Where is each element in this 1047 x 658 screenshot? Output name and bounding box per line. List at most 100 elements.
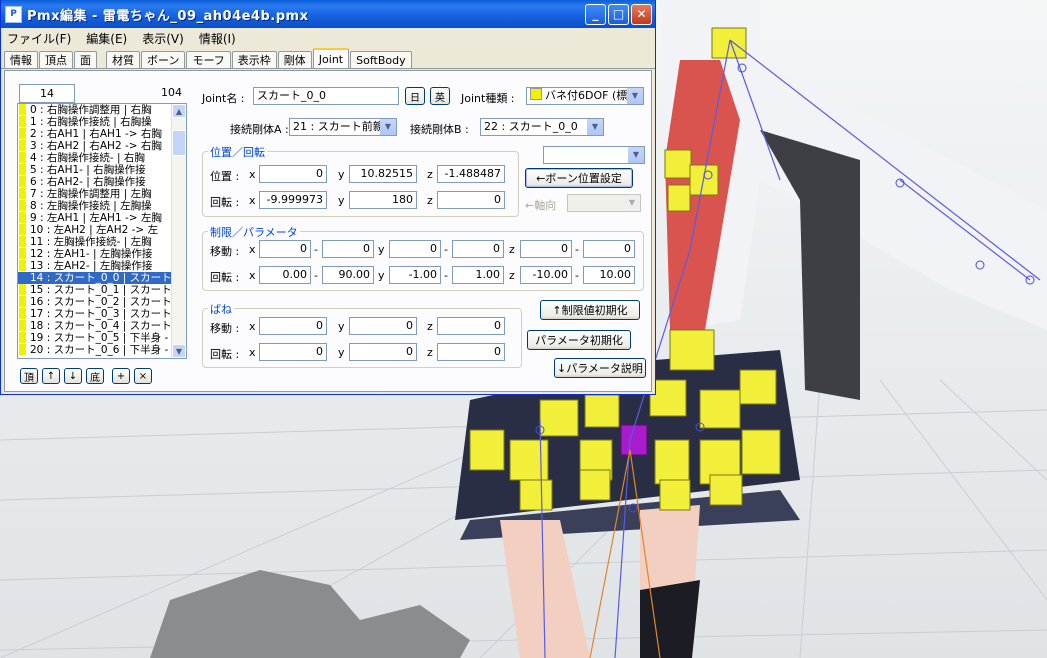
parameter-help-button[interactable]: ↓パラメータ説明 — [554, 358, 646, 378]
joint-type-select[interactable]: バネ付6DOF (標 ▼ — [526, 87, 644, 105]
tab-softbody[interactable]: SoftBody — [350, 51, 412, 68]
list-item[interactable]: 16 : スカート_0_2 | スカート左 — [18, 296, 186, 308]
move-top-button[interactable]: 頂 — [20, 368, 38, 384]
delete-button[interactable]: × — [134, 368, 152, 384]
index-input[interactable]: 14 — [19, 84, 75, 103]
list-item-label: 16 : スカート_0_2 | スカート左 — [30, 296, 183, 308]
rotation-y-input[interactable]: 180 — [349, 191, 417, 209]
list-item[interactable]: 1 : 右胸操作接続 | 右胸操 — [18, 116, 186, 128]
menu-file[interactable]: ファイル(F) — [7, 30, 71, 47]
list-item[interactable]: 15 : スカート_0_1 | スカート前 — [18, 284, 186, 296]
list-item[interactable]: 20 : スカート_0_6 | 下半身 - — [18, 344, 186, 356]
tab-bone[interactable]: ボーン — [141, 51, 186, 68]
reset-parameters-button[interactable]: パラメータ初期化 — [527, 330, 631, 350]
body-b-select[interactable]: 22 : スカート_0_0 ▼ — [480, 118, 604, 136]
chevron-down-icon[interactable]: ▼ — [628, 147, 644, 163]
list-item[interactable]: 5 : 右AH1- | 右胸操作接 — [18, 164, 186, 176]
joint-name-input[interactable]: スカート_0_0 — [253, 87, 399, 105]
list-item[interactable]: 4 : 右胸操作接続- | 右胸 — [18, 152, 186, 164]
close-button[interactable]: ✕ — [631, 3, 652, 25]
title-bar[interactable]: P Pmx編集 - 雷電ちゃん_09_ah04e4b.pmx _ □ ✕ — [1, 0, 655, 28]
limit-rot-x-max[interactable]: 90.00 — [322, 266, 374, 284]
menu-edit[interactable]: 編集(E) — [86, 30, 127, 47]
list-item[interactable]: 9 : 左AH1 | 左AH1 -> 左胸 — [18, 212, 186, 224]
menu-view[interactable]: 表示(V) — [142, 30, 184, 47]
spring-move-y-input[interactable]: 0 — [349, 317, 417, 335]
chevron-down-icon[interactable]: ▼ — [380, 119, 396, 135]
limit-move-y-min[interactable]: 0 — [389, 240, 441, 258]
list-item[interactable]: 8 : 左胸操作接続 | 左胸操 — [18, 200, 186, 212]
spring-move-label: 移動 : — [210, 322, 240, 335]
menu-info[interactable]: 情報(I) — [199, 30, 236, 47]
list-item[interactable]: 10 : 左AH2 | 左AH2 -> 左 — [18, 224, 186, 236]
body-a-value: 21 : スカート前親 — [293, 120, 384, 133]
spring-rot-z-input[interactable]: 0 — [437, 343, 505, 361]
maximize-button[interactable]: □ — [608, 3, 629, 25]
bone-position-set-button[interactable]: ←ボーン位置設定 — [525, 168, 633, 188]
limit-move-x-max[interactable]: 0 — [322, 240, 374, 258]
limit-rot-y-min[interactable]: -1.00 — [389, 266, 441, 284]
axis-select[interactable]: ▼ — [567, 194, 641, 212]
list-item[interactable]: 12 : 左AH1- | 左胸操作接 — [18, 248, 186, 260]
list-item[interactable]: 17 : スカート_0_3 | スカート左 — [18, 308, 186, 320]
scroll-down-icon[interactable]: ▼ — [172, 344, 186, 358]
move-down-button[interactable]: ↓ — [64, 368, 82, 384]
limit-move-x-min[interactable]: 0 — [259, 240, 311, 258]
limit-move-z-min[interactable]: 0 — [520, 240, 572, 258]
tab-material[interactable]: 材質 — [106, 51, 140, 68]
position-x-input[interactable]: 0 — [259, 165, 327, 183]
tab-rigid-body[interactable]: 剛体 — [277, 51, 312, 68]
scroll-up-icon[interactable]: ▲ — [172, 104, 186, 118]
position-z-input[interactable]: -1.488487 — [437, 165, 505, 183]
limit-move-z-label: z — [509, 243, 515, 256]
tab-info[interactable]: 情報 — [4, 51, 38, 68]
list-item[interactable]: 7 : 左胸操作調整用 | 左胸 — [18, 188, 186, 200]
list-item[interactable]: 13 : 左AH2- | 左胸操作接 — [18, 260, 186, 272]
tab-display-frame[interactable]: 表示枠 — [231, 51, 277, 68]
reset-limits-button[interactable]: ↑制限値初期化 — [540, 300, 640, 320]
tab-vertex[interactable]: 頂点 — [39, 51, 73, 68]
spring-rot-z-label: z — [427, 346, 433, 359]
rotation-x-input[interactable]: -9.999973 — [259, 191, 327, 209]
list-item[interactable]: 0 : 右胸操作調整用 | 右胸 — [18, 104, 186, 116]
limit-rot-x-min[interactable]: 0.00 — [259, 266, 311, 284]
list-item[interactable]: 6 : 右AH2- | 右胸操作接 — [18, 176, 186, 188]
joint-panel: 14 104 0 : 右胸操作調整用 | 右胸 1 : 右胸操作接続 | 右胸操 2… — [4, 70, 652, 392]
joint-list[interactable]: 0 : 右胸操作調整用 | 右胸 1 : 右胸操作接続 | 右胸操 2 : 右AH1… — [17, 103, 187, 359]
tab-joint[interactable]: Joint — [312, 48, 350, 68]
chevron-down-icon[interactable]: ▼ — [627, 88, 643, 104]
list-scrollbar[interactable]: ▲ ▼ — [171, 104, 186, 358]
rotation-z-input[interactable]: 0 — [437, 191, 505, 209]
position-y-input[interactable]: 10.82515 — [349, 165, 417, 183]
list-item[interactable]: 3 : 右AH2 | 右AH2 -> 右胸 — [18, 140, 186, 152]
character-shadow — [150, 570, 470, 658]
bone-select[interactable]: ▼ — [543, 146, 645, 164]
japanese-name-button[interactable]: 日 — [405, 87, 425, 105]
body-a-select[interactable]: 21 : スカート前親 ▼ — [289, 118, 397, 136]
move-up-button[interactable]: ↑ — [42, 368, 60, 384]
limit-rot-z-max[interactable]: 10.00 — [583, 266, 635, 284]
move-bottom-button[interactable]: 底 — [86, 368, 104, 384]
minimize-button[interactable]: _ — [585, 3, 606, 25]
spring-move-z-input[interactable]: 0 — [437, 317, 505, 335]
english-name-button[interactable]: 英 — [430, 87, 450, 105]
color-swatch — [19, 308, 26, 319]
tab-face[interactable]: 面 — [74, 51, 97, 68]
list-item[interactable]: 11 : 左胸操作接続- | 左胸 — [18, 236, 186, 248]
limit-rot-y-max[interactable]: 1.00 — [452, 266, 504, 284]
spring-move-x-input[interactable]: 0 — [259, 317, 327, 335]
limit-rot-z-min[interactable]: -10.00 — [520, 266, 572, 284]
list-item[interactable]: 19 : スカート_0_5 | 下半身 - — [18, 332, 186, 344]
list-item[interactable]: 2 : 右AH1 | 右AH1 -> 右胸 — [18, 128, 186, 140]
spring-rot-y-input[interactable]: 0 — [349, 343, 417, 361]
chevron-down-icon[interactable]: ▼ — [587, 119, 603, 135]
scroll-thumb[interactable] — [172, 130, 186, 156]
spring-rot-x-input[interactable]: 0 — [259, 343, 327, 361]
list-item[interactable]: 14 : スカート_0_0 | スカート前 — [18, 272, 186, 284]
color-swatch — [19, 272, 26, 283]
tab-morph[interactable]: モーフ — [186, 51, 231, 68]
list-item[interactable]: 18 : スカート_0_4 | スカート左 — [18, 320, 186, 332]
add-button[interactable]: + — [112, 368, 130, 384]
limit-move-z-max[interactable]: 0 — [583, 240, 635, 258]
limit-move-y-max[interactable]: 0 — [452, 240, 504, 258]
